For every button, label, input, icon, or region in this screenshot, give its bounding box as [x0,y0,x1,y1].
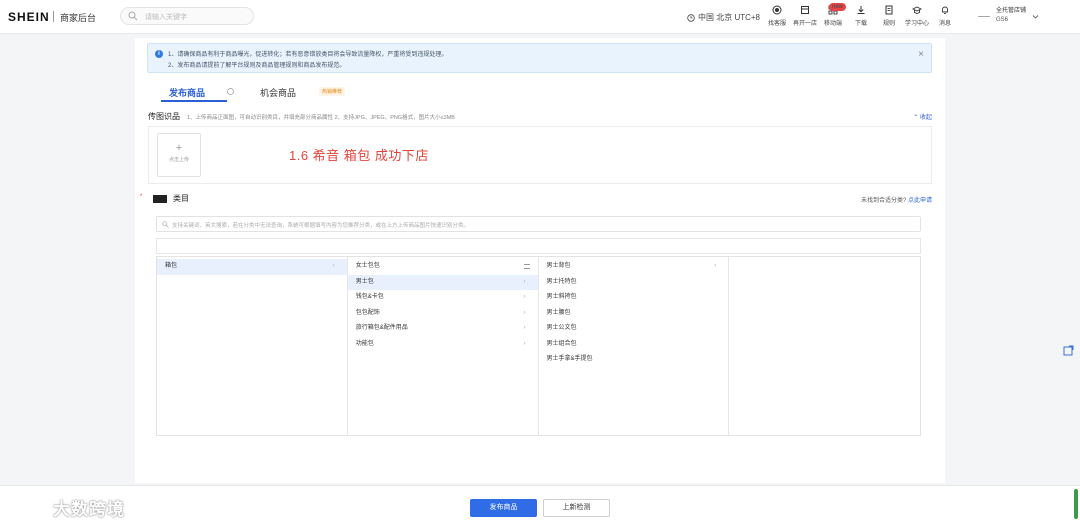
category-option[interactable]: 功能包 › [348,337,538,353]
download-icon [857,6,865,14]
tool-label: 找客服 [767,21,786,27]
search-icon [162,221,169,228]
chevron-down-icon [1032,14,1039,19]
category-option[interactable]: 男士手拿&手提包 [539,352,729,368]
category-selector: 支持关键词、英文搜索，若在分类中无法查询，系统可根据填写内容为您推荐分类，或在上… [153,213,923,448]
hot-badge: 热销推荐 [319,87,346,96]
watermark-text: 大数跨境 [53,500,125,519]
category-option[interactable]: 钱包&卡包 › [348,290,538,306]
upload-button[interactable]: + 点击上传 [157,133,201,177]
redacted-block [153,195,167,203]
image-recognition-box: + 点击上传 1.6 希音 箱包 成功下店 [148,126,932,184]
tabs: 发布商品 机会商品 热销推荐 [155,82,930,104]
watermark: 大数跨境 [8,495,125,520]
store-name: 全托管店铺 [996,8,1027,14]
category-option[interactable]: 男士斜挎包 [539,290,729,306]
store-icon [801,6,809,14]
global-search-input[interactable]: 请输入关键字 [120,7,254,25]
category-option[interactable]: 男士腰包 [539,306,729,322]
category-option[interactable]: 旅行箱包&配件用品 › [348,321,538,337]
tool-download[interactable]: 下载 [848,5,874,27]
tool-open-store[interactable]: 再开一店 [792,5,818,27]
tab-publish-product[interactable]: 发布商品 [169,86,205,99]
learn-icon [912,6,922,14]
logo-divider [53,11,54,22]
tool-customer-service[interactable]: 找客服 [764,5,790,27]
category-option[interactable]: 包包配饰 › [348,306,538,322]
tool-label: 规则 [882,21,895,27]
category-option[interactable]: 箱包 › [157,259,347,275]
upload-label: 点击上传 [168,157,189,163]
watermark-logo-icon [10,498,47,516]
image-recognition-tip: 1、上传商品正面图，可自动识别类目，并填充部分商品属性 2、支持JPG、JPEG… [187,115,455,121]
collapse-label: 收起 [919,115,932,121]
shein-logo[interactable]: SHEIN [8,10,50,24]
category-column-level-1: 箱包 › [157,257,348,435]
footer-bar: 发布商品 上新检测 [0,485,1080,528]
region-selector[interactable]: 中国 北京 UTC+8 [687,12,760,23]
rules-icon [885,5,893,15]
menu-icon [523,264,530,269]
user-menu[interactable]: 全托管店铺 GS6 [978,7,1039,25]
search-placeholder: 请输入关键字 [145,14,187,21]
category-column-level-2: 女士包包 男士包 › 钱包&卡包 › 包包配饰 › 旅行箱包&配件用品 › 功能包 › [347,257,539,435]
required-mark: * [140,194,143,200]
brand-subtitle: 商家后台 [60,13,97,23]
info-icon: i [155,50,163,58]
check-button[interactable]: 上新检测 [543,499,610,517]
new-badge: new [829,3,847,11]
close-icon[interactable]: × [918,50,924,60]
help-icon[interactable] [227,88,234,95]
tool-label: 消息 [938,21,951,27]
category-path [156,238,921,254]
category-option[interactable]: 女士包包 [348,259,538,275]
category-column-level-3: 男士背包 › 男士托特包 男士斜挎包 男士腰包 男士公文包 男士组合包 男士手拿&… [539,257,730,435]
top-bar: SHEIN 商家后台 请输入关键字 中国 北京 UTC+8 找客服 再开一店 n… [0,0,1080,34]
tool-messages[interactable]: 消息 [932,5,958,27]
region-label: 中国 北京 UTC+8 [698,13,761,22]
headset-icon [772,5,782,15]
category-columns: 箱包 › 女士包包 男士包 › 钱包&卡包 › 包包配饰 › 旅行箱包&配件用品 › 功能… [156,256,921,436]
category-column-level-4 [729,257,920,435]
not-found-text: 未找到合适分类? [860,198,907,204]
header-tools: 找客服 再开一店 new 移动端 下载 规则 学习中心 消息 [764,3,958,27]
category-not-found: 未找到合适分类? 点此申请 [861,195,932,204]
notice-line-2: 2、发布商品请提前了解平台规则及商品管理规则和商品发布规范。 [168,63,346,69]
bell-icon [942,6,948,14]
tab-opportunity-product[interactable]: 机会商品 [260,86,296,99]
image-recognition-title: 传图识品 [148,112,180,121]
store-info: 全托管店铺 GS6 [996,7,1026,25]
notice-banner: i 1、请确保商品有利于商品曝光，促进转化；若有恶意错放类目将会导致流量降权，严… [147,43,932,73]
store-code: GS6 [996,17,1009,23]
tool-rules[interactable]: 规则 [876,5,902,27]
tool-label: 移动端 [823,21,842,27]
tool-label: 下载 [854,21,867,27]
category-search-input[interactable]: 支持关键词、英文搜索，若在分类中无法查询，系统可根据填写内容为您推荐分类，或在上… [156,216,921,232]
category-option[interactable]: 男士托特包 [539,275,729,291]
main-panel: i 1、请确保商品有利于商品曝光，促进转化；若有恶意错放类目将会导致流量降权，严… [135,38,945,483]
category-option[interactable]: 男士包 › [347,274,538,290]
tool-label: 再开一店 [792,21,817,27]
active-tab-indicator [161,100,227,102]
apply-link[interactable]: 点此申请 [908,198,932,204]
tool-label: 学习中心 [904,21,929,27]
category-title: 类目 [173,194,189,203]
category-option[interactable]: 男士背包 › [539,259,729,275]
clock-icon [687,13,695,22]
feedback-icon[interactable] [1063,345,1074,356]
publish-button[interactable]: 发布商品 [470,499,537,517]
category-option[interactable]: 男士公文包 [539,321,729,337]
user-divider [978,15,990,17]
collapse-button[interactable]: ⌃ 收起 [913,112,932,121]
category-option[interactable]: 男士组合包 [539,337,729,353]
tool-mobile[interactable]: new 移动端 [820,3,847,27]
category-search-placeholder: 支持关键词、英文搜索，若在分类中无法查询，系统可根据填写内容为您推荐分类，或在上… [172,223,470,229]
overlay-caption: 1.6 希音 箱包 成功下店 [289,148,429,163]
tool-learning-center[interactable]: 学习中心 [904,5,930,27]
notice-line-1: 1、请确保商品有利于商品曝光，促进转化；若有恶意错放类目将会导致流量降权，严重将… [168,52,448,58]
scrollbar[interactable] [1074,489,1078,519]
plus-icon: + [175,142,183,154]
search-icon [128,11,138,21]
